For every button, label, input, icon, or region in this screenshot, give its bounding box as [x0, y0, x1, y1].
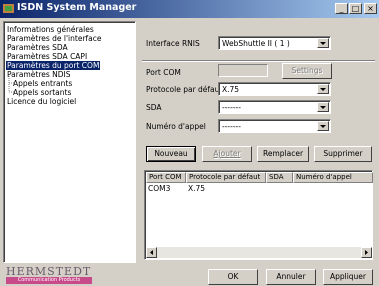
app-icon [3, 4, 14, 13]
section-divider [142, 60, 375, 62]
protocol-value: X.75 [222, 85, 240, 94]
column-header-protocol[interactable]: Protocole par défaut [186, 172, 266, 183]
tree-item-outgoing-calls[interactable]: Appels sortants [12, 88, 72, 97]
column-header-call-number[interactable]: Numéro d'appel [293, 172, 373, 183]
tree-item-com-port-params[interactable]: Paramètres du port COM [6, 61, 101, 70]
sda-value: ------- [222, 103, 241, 112]
com-port-field [218, 64, 268, 77]
replace-button[interactable]: Remplacer [257, 146, 309, 162]
chevron-down-icon[interactable] [317, 102, 329, 112]
delete-button[interactable]: Supprimer [314, 146, 372, 162]
tree-item-sda-capi-params[interactable]: Paramètres SDA CAPI [6, 52, 88, 61]
list-cell-port[interactable]: COM3 [148, 184, 170, 193]
column-header-sda[interactable]: SDA [266, 172, 293, 183]
chevron-down-icon[interactable] [317, 121, 329, 131]
column-header-port[interactable]: Port COM [146, 172, 186, 183]
com-port-list[interactable]: Port COM Protocole par défaut SDA Numéro… [144, 170, 373, 260]
interface-label: Interface RNIS [146, 39, 200, 48]
tree-item-sda-params[interactable]: Paramètres SDA [6, 43, 69, 52]
title-bar: ISDN System Manager _ □ × [0, 0, 379, 18]
call-number-value: ------- [222, 122, 241, 131]
protocol-dropdown[interactable]: X.75 [218, 82, 331, 96]
list-cell-protocol[interactable]: X.75 [188, 184, 205, 193]
interface-dropdown[interactable]: WebShuttle II ( 1 ) [218, 36, 331, 50]
scroll-right-arrow-icon[interactable] [361, 247, 372, 258]
scroll-left-arrow-icon[interactable] [146, 247, 157, 258]
com-port-label: Port COM [146, 68, 181, 77]
tree-item-interface-params[interactable]: Paramètres de l'interface [6, 34, 103, 43]
chevron-down-icon[interactable] [317, 38, 329, 48]
window-title: ISDN System Manager [17, 2, 137, 13]
cancel-button[interactable]: Annuler [266, 269, 316, 285]
call-number-dropdown[interactable]: ------- [218, 119, 331, 133]
maximize-button[interactable]: □ [349, 3, 362, 14]
tree-item-software-license[interactable]: Licence du logiciel [6, 97, 77, 106]
chevron-down-icon[interactable] [317, 84, 329, 94]
sda-label: SDA [146, 103, 162, 112]
logo-tagline: Communication Products [6, 277, 92, 284]
tree-item-incoming-calls[interactable]: Appels entrants [12, 79, 73, 88]
apply-button[interactable]: Appliquer [323, 269, 373, 285]
ok-button[interactable]: OK [208, 269, 258, 285]
minimize-button[interactable]: _ [335, 3, 348, 14]
call-number-label: Numéro d'appel [146, 122, 206, 131]
add-button[interactable]: Ajouter [202, 146, 252, 162]
close-button[interactable]: × [364, 3, 377, 14]
horizontal-scrollbar[interactable] [146, 247, 372, 258]
settings-tree[interactable]: Informations générales Paramètres de l'i… [3, 21, 136, 263]
settings-button[interactable]: Settings [282, 63, 332, 79]
sda-dropdown[interactable]: ------- [218, 100, 331, 114]
tree-item-general-info[interactable]: Informations générales [6, 25, 95, 34]
protocol-label: Protocole par défaut [146, 85, 223, 94]
new-button[interactable]: Nouveau [146, 146, 196, 162]
interface-value: WebShuttle II ( 1 ) [222, 39, 290, 48]
